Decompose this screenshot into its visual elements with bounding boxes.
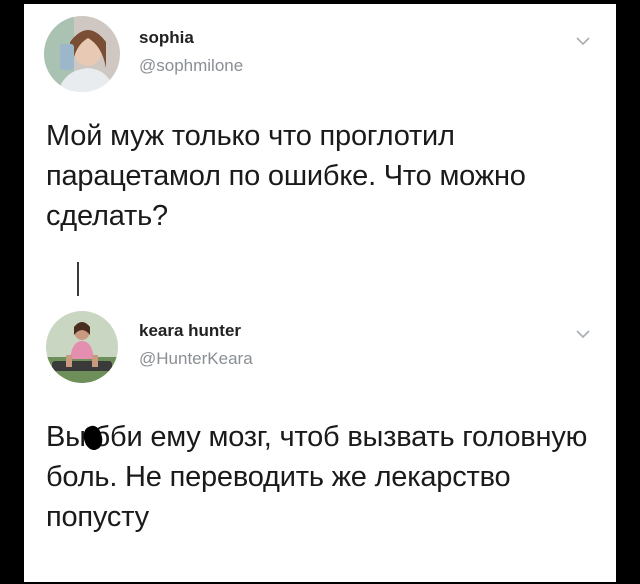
tweet-sophia[interactable]: sophia @sophmilone Мой муж только что пр… — [24, 4, 616, 254]
tweet-text: Мой муж только что проглотил парацетамол… — [46, 120, 526, 232]
username[interactable]: sophia — [139, 28, 194, 48]
tweet-card: sophia @sophmilone Мой муж только что пр… — [24, 4, 616, 582]
user-handle[interactable]: @HunterKeara — [139, 349, 253, 369]
avatar[interactable] — [46, 311, 118, 383]
avatar[interactable] — [44, 16, 120, 92]
tweet-keara-hunter[interactable]: keara hunter @HunterKeara Вы бби ему моз… — [24, 299, 616, 582]
avatar-photo-icon — [44, 16, 120, 92]
tweet-text: Вы бби ему мозг, чтоб вызвать головную б… — [46, 421, 588, 533]
avatar-photo-icon — [46, 311, 118, 383]
user-handle[interactable]: @sophmilone — [139, 56, 243, 76]
thread-connector — [77, 262, 79, 296]
chevron-down-icon[interactable] — [576, 36, 590, 46]
chevron-down-icon[interactable] — [576, 329, 590, 339]
username[interactable]: keara hunter — [139, 321, 241, 341]
